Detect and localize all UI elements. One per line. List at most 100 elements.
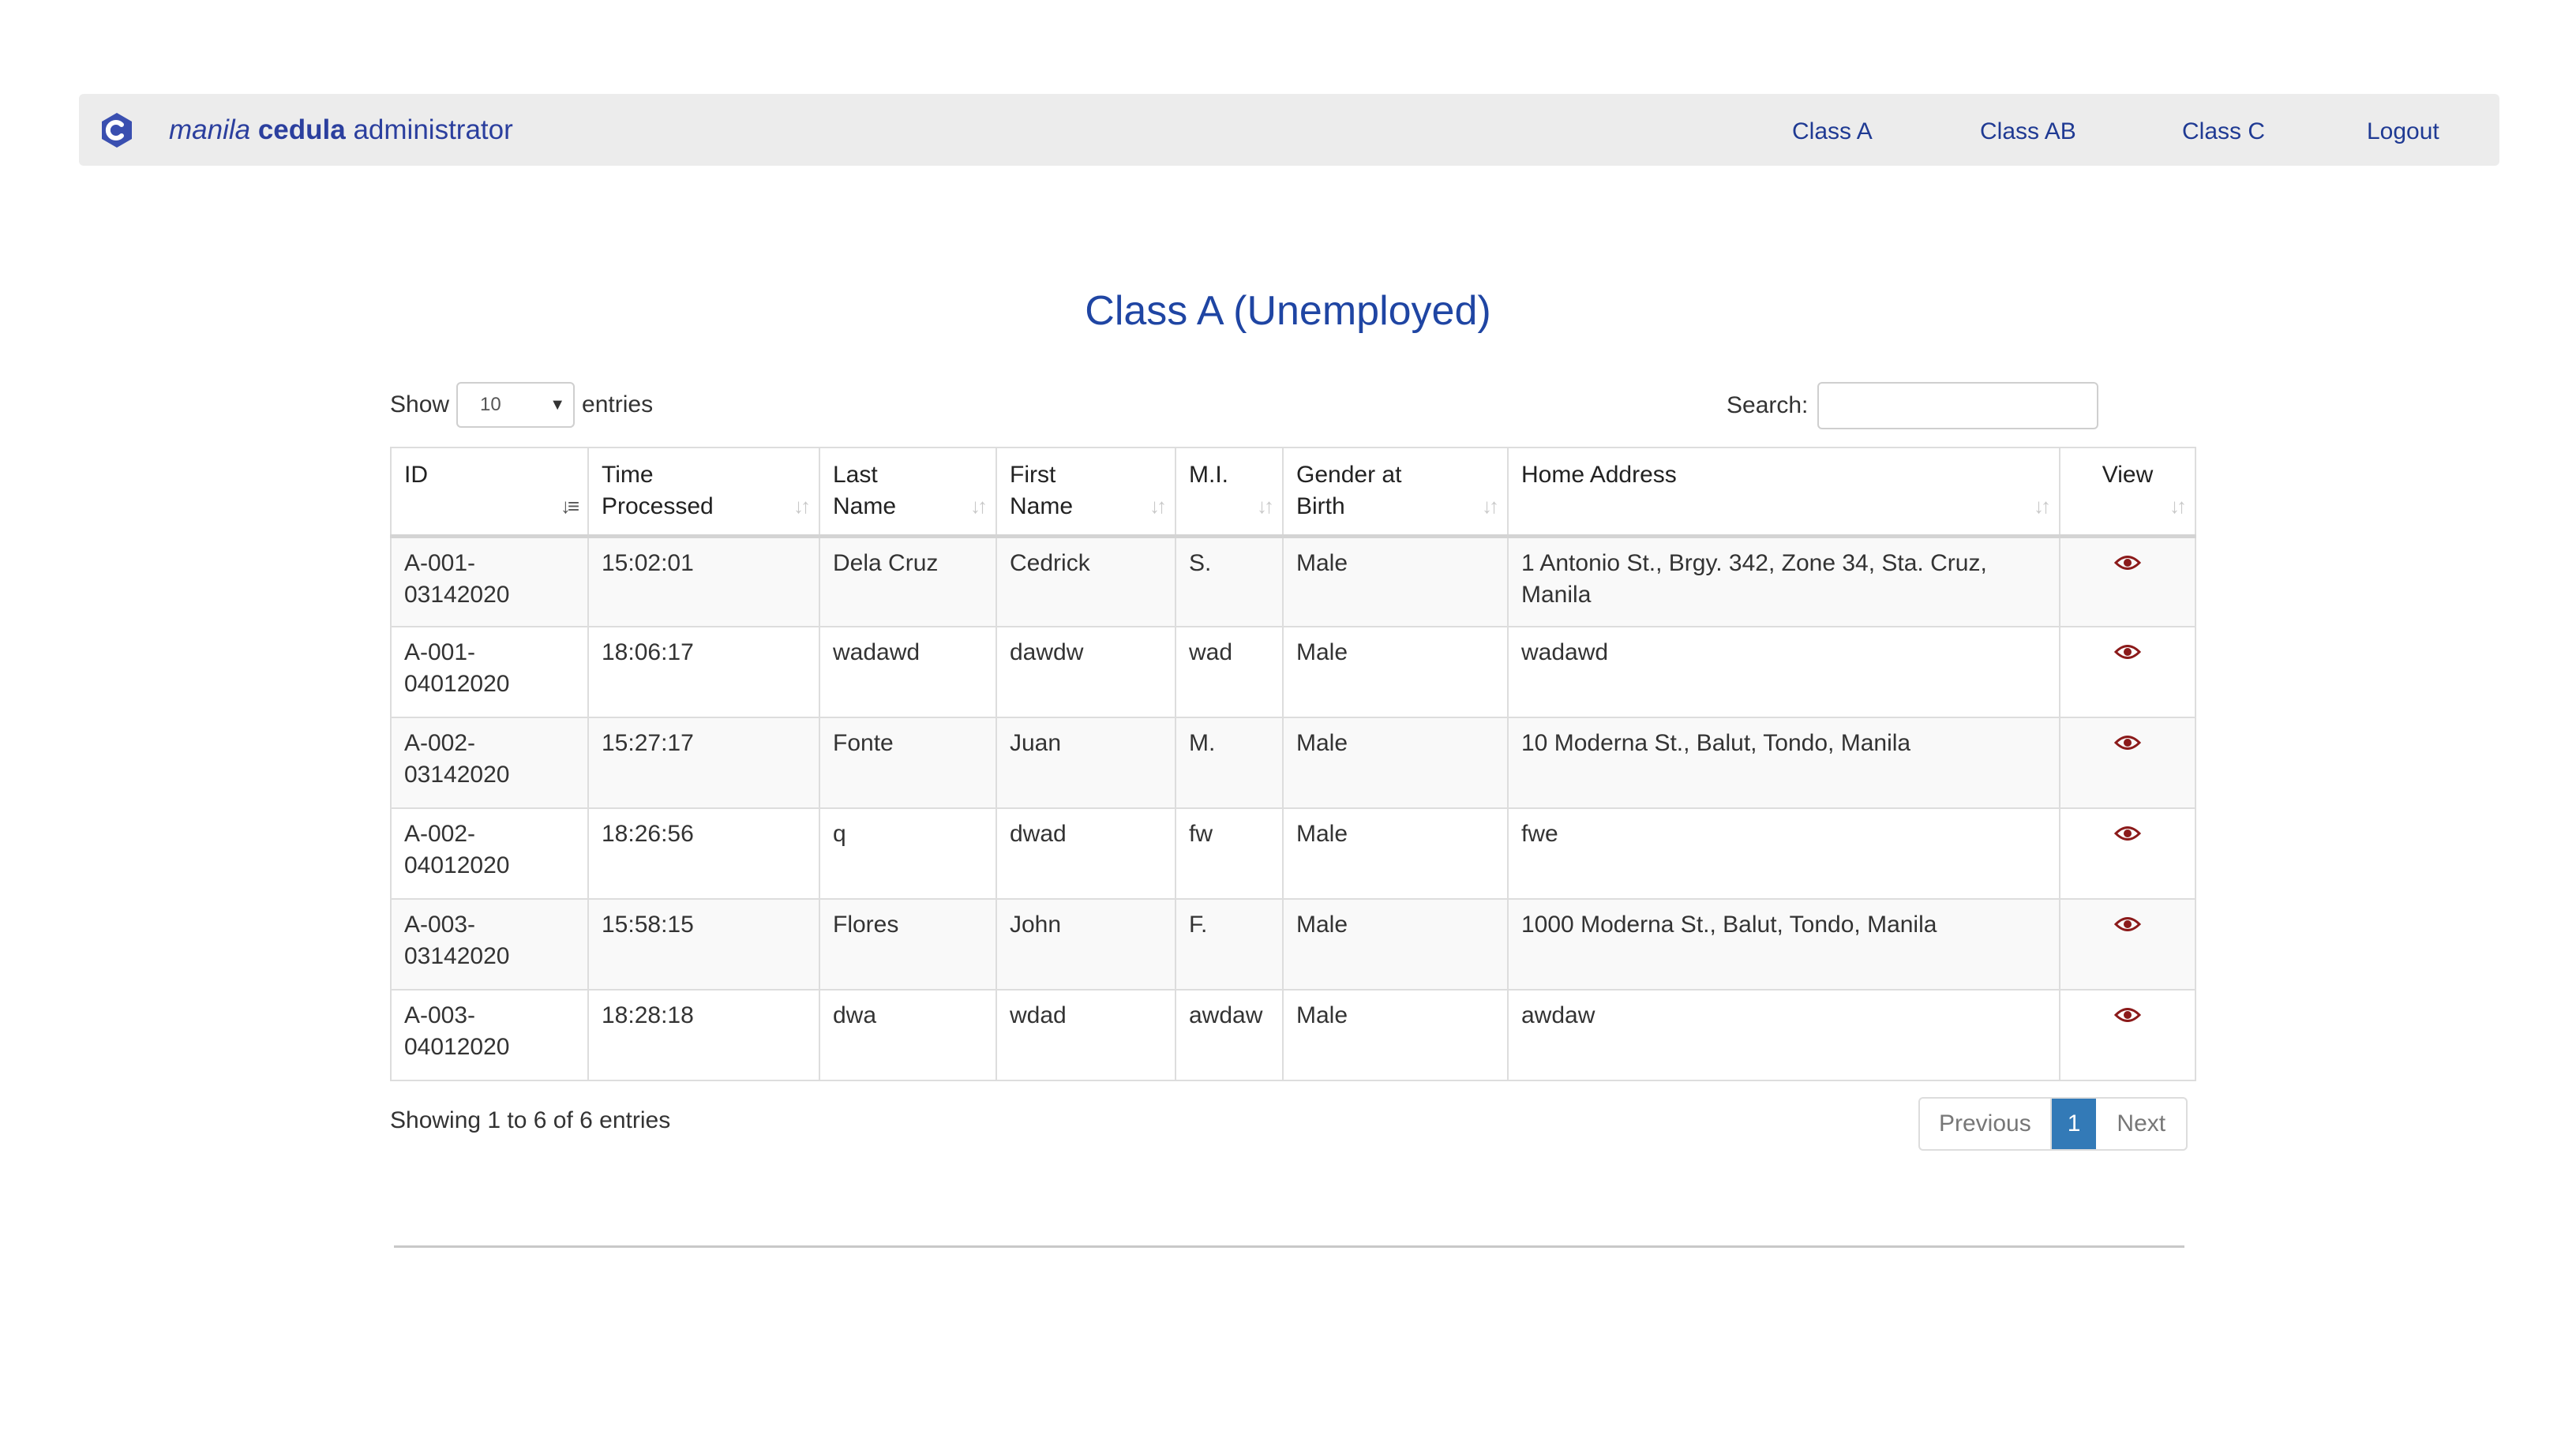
eye-icon[interactable]	[2114, 554, 2141, 571]
cell-id-line2: 04012020	[404, 852, 510, 878]
table-row: A-002- 03142020 15:27:17 Fonte Juan M. Ma…	[390, 717, 2196, 809]
cell-gender: Male	[1282, 807, 1509, 900]
cell-view	[2059, 807, 2196, 900]
column-header-mi[interactable]: M.I. ↓↑	[1175, 447, 1284, 538]
pagination: Previous 1 Next	[1918, 1097, 2188, 1151]
cell-last-name: Dela Cruz	[819, 535, 997, 627]
cell-view	[2059, 535, 2196, 627]
nav-class-ab[interactable]: Class AB	[1980, 118, 2076, 145]
eye-icon[interactable]	[2114, 1006, 2141, 1024]
column-header-time-line1: Time	[602, 462, 654, 488]
cell-id: A-003- 04012020	[390, 989, 589, 1081]
nav-class-c[interactable]: Class C	[2182, 118, 2265, 145]
table-row: A-003- 03142020 15:58:15 Flores John F. M…	[390, 898, 2196, 990]
entries-length-select[interactable]: 10 ▼	[456, 382, 576, 428]
column-header-id[interactable]: ID ↓≡	[390, 447, 589, 538]
column-header-mi-label: M.I.	[1189, 462, 1228, 488]
cell-id: A-002- 04012020	[390, 807, 589, 900]
cell-time: 18:06:17	[587, 626, 820, 718]
records-table: ID ↓≡ Time Processed ↓↑ Last Name ↓↑ Fir…	[390, 447, 2196, 1081]
nav-class-a[interactable]: Class A	[1792, 118, 1873, 145]
search-label: Search:	[1727, 392, 1809, 418]
eye-icon[interactable]	[2114, 916, 2141, 933]
table-header-row: ID ↓≡ Time Processed ↓↑ Last Name ↓↑ Fir…	[390, 447, 2196, 538]
table-row: A-003- 04012020 18:28:18 dwa wdad awdaw M…	[390, 989, 2196, 1081]
page-title: Class A (Unemployed)	[1085, 288, 1491, 334]
cell-first-name: Cedrick	[996, 535, 1176, 627]
cell-id-line2: 03142020	[404, 762, 510, 788]
column-header-view[interactable]: View ↓↑	[2059, 447, 2196, 538]
cell-last-name: Fonte	[819, 717, 997, 809]
cell-last-name: wadawd	[819, 626, 997, 718]
eye-icon[interactable]	[2114, 643, 2141, 661]
cell-view	[2059, 626, 2196, 718]
next-button[interactable]: Next	[2096, 1099, 2186, 1149]
navbar: manila cedula administrator Class A Clas…	[79, 94, 2499, 166]
cell-first-name: dwad	[996, 807, 1176, 900]
cell-id: A-002- 03142020	[390, 717, 589, 809]
entries-length-control: Show 10 ▼ entries	[390, 382, 653, 428]
cell-address: 10 Moderna St., Balut, Tondo, Manila	[1507, 717, 2060, 809]
column-header-id-label: ID	[404, 462, 428, 488]
table-row: A-001- 04012020 18:06:17 wadawd dawdw wad…	[390, 626, 2196, 718]
column-header-time-line2: Processed	[602, 493, 714, 519]
column-header-time-processed[interactable]: Time Processed ↓↑	[587, 447, 820, 538]
column-header-last-line1: Last	[833, 462, 878, 488]
entries-length-value: 10	[480, 394, 501, 415]
cell-mi: S.	[1175, 535, 1284, 627]
cell-id: A-003- 03142020	[390, 898, 589, 990]
cell-first-name: wdad	[996, 989, 1176, 1081]
cell-id-line1: A-002-	[404, 821, 476, 847]
sort-icon: ↓↑	[1149, 493, 1167, 518]
column-header-last-line2: Name	[833, 493, 897, 519]
cell-gender: Male	[1282, 535, 1509, 627]
table-body: A-001- 03142020 15:02:01 Dela Cruz Cedric…	[390, 535, 2196, 1081]
nav-links: Class A Class AB Class C Logout	[79, 94, 2499, 166]
cell-last-name: dwa	[819, 989, 997, 1081]
column-header-gender[interactable]: Gender at Birth ↓↑	[1282, 447, 1509, 538]
table-row: A-001- 03142020 15:02:01 Dela Cruz Cedric…	[390, 535, 2196, 627]
sort-icon: ↓↑	[1482, 493, 1499, 518]
cell-gender: Male	[1282, 898, 1509, 990]
sort-icon: ↓↑	[2169, 493, 2187, 518]
show-label: Show	[390, 391, 450, 418]
table-row: A-002- 04012020 18:26:56 q dwad fw Male f…	[390, 807, 2196, 900]
column-header-address-label: Home Address	[1521, 462, 1677, 488]
column-header-last-name[interactable]: Last Name ↓↑	[819, 447, 997, 538]
cell-id-line1: A-002-	[404, 730, 476, 756]
cell-first-name: dawdw	[996, 626, 1176, 718]
sort-icon: ↓↑	[793, 493, 811, 518]
nav-logout[interactable]: Logout	[2367, 118, 2439, 145]
eye-icon[interactable]	[2114, 734, 2141, 751]
cell-gender: Male	[1282, 717, 1509, 809]
eye-icon[interactable]	[2114, 825, 2141, 842]
cell-time: 15:27:17	[587, 717, 820, 809]
cell-id-line2: 03142020	[404, 943, 510, 969]
cell-address: 1000 Moderna St., Balut, Tondo, Manila	[1507, 898, 2060, 990]
previous-button[interactable]: Previous	[1920, 1099, 2052, 1149]
cell-id-line1: A-001-	[404, 549, 476, 576]
column-header-first-line1: First	[1010, 462, 1056, 488]
cell-last-name: Flores	[819, 898, 997, 990]
cell-id-line2: 04012020	[404, 1034, 510, 1060]
cell-id-line2: 03142020	[404, 581, 510, 608]
sort-icon: ↓↑	[2034, 493, 2051, 518]
table-info: Showing 1 to 6 of 6 entries	[390, 1107, 671, 1133]
column-header-first-name[interactable]: First Name ↓↑	[996, 447, 1176, 538]
cell-mi: awdaw	[1175, 989, 1284, 1081]
cell-view	[2059, 898, 2196, 990]
cell-time: 15:02:01	[587, 535, 820, 627]
search-control: Search:	[1727, 382, 2099, 429]
cell-gender: Male	[1282, 989, 1509, 1081]
search-input[interactable]	[1817, 382, 2099, 429]
column-header-gender-line2: Birth	[1296, 493, 1345, 519]
column-header-home-address[interactable]: Home Address ↓↑	[1507, 447, 2060, 538]
sort-ascending-icon: ↓≡	[560, 493, 579, 518]
column-header-view-label: View	[2102, 462, 2154, 488]
sort-icon: ↓↑	[970, 493, 988, 518]
cell-mi: M.	[1175, 717, 1284, 809]
page-1-button[interactable]: 1	[2051, 1099, 2097, 1149]
cell-address: fwe	[1507, 807, 2060, 900]
page: manila cedula administrator Class A Clas…	[0, 0, 2576, 1438]
cell-id: A-001- 03142020	[390, 535, 589, 627]
